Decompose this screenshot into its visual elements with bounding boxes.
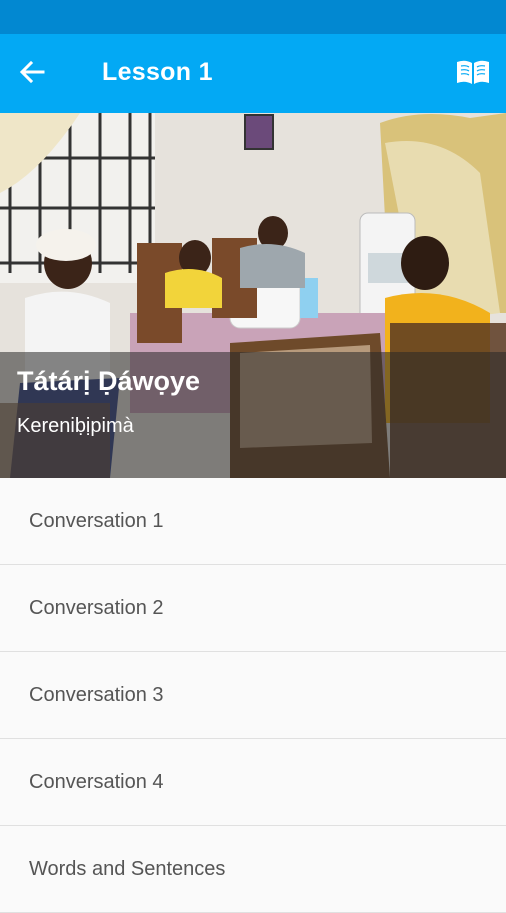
list-item-label: Conversation 3 [29,683,164,706]
list-item[interactable]: Conversation 4 [0,739,506,826]
list-item-label: Conversation 1 [29,509,164,532]
lesson-language: Kereniḅịpimà [17,415,134,437]
lesson-section-list: Conversation 1 Conversation 2 Conversati… [0,478,506,913]
lesson-name: Tátárị Ḍáwọye [17,366,201,396]
list-item-label: Conversation 4 [29,770,164,793]
page-title: Lesson 1 [102,58,213,86]
app-bar: Lesson 1 [0,34,506,113]
lesson-hero-image: Tátárị Ḍáwọye Kereniḅịpimà [0,113,506,478]
list-item[interactable]: Conversation 1 [0,478,506,565]
status-bar [0,0,506,34]
back-button[interactable] [14,56,50,92]
list-item-label: Conversation 2 [29,596,164,619]
book-button[interactable] [454,56,492,92]
arrow-back-icon [19,60,45,89]
list-item[interactable]: Conversation 2 [0,565,506,652]
list-item-label: Words and Sentences [29,857,226,880]
open-book-icon [455,58,491,91]
list-item[interactable]: Conversation 3 [0,652,506,739]
